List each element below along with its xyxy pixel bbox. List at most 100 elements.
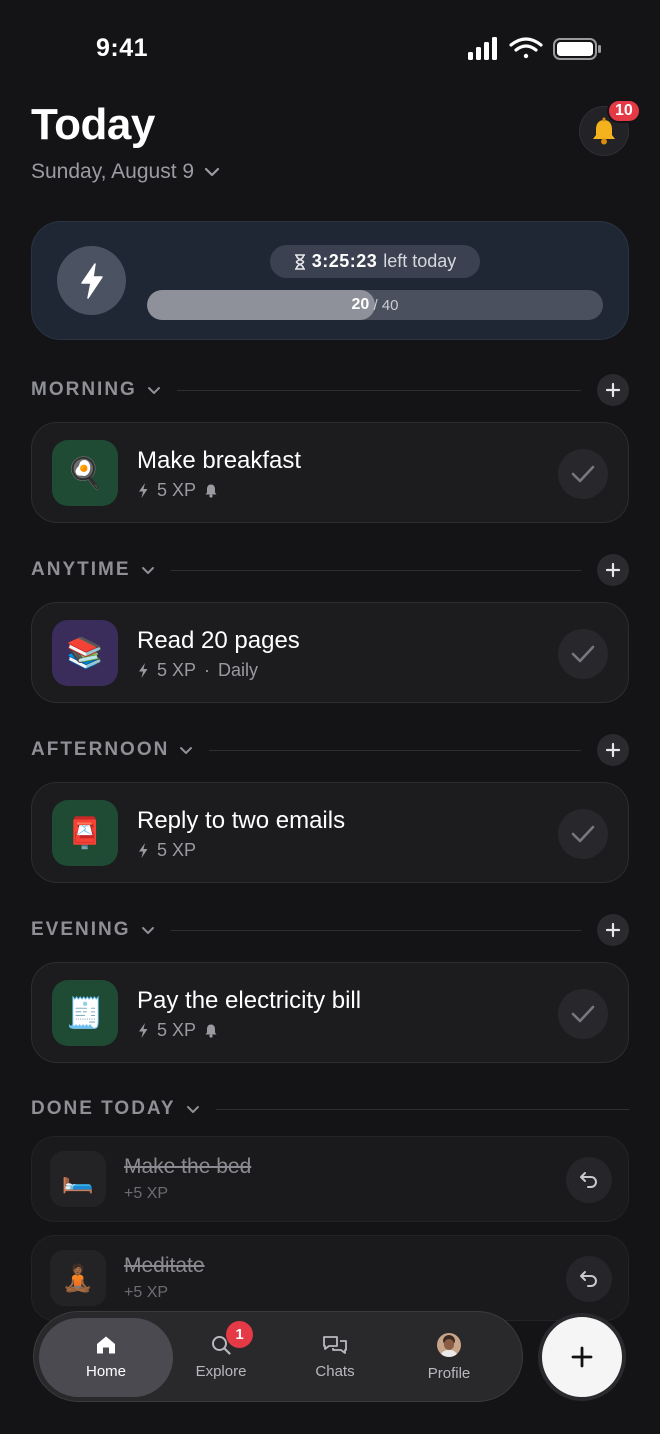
energy-button[interactable]: [57, 246, 126, 315]
bell-icon: [205, 484, 217, 498]
task-title: Pay the electricity bill: [137, 987, 362, 1014]
undo-arrow-icon: [580, 1271, 597, 1287]
done-task-title: Meditate: [124, 1254, 205, 1277]
undo-button[interactable]: [566, 1256, 612, 1302]
task-meta: 5 XP: [137, 480, 218, 501]
done-task-xp: +5 XP: [124, 1185, 169, 1202]
page-title: Today: [31, 100, 155, 149]
task-title: Reply to two emails: [137, 807, 346, 834]
time-left-value: 3:25:23: [311, 251, 378, 271]
notifications-badge: 10: [607, 99, 641, 123]
chevron-down-icon[interactable]: [141, 566, 155, 575]
checkmark-icon: [571, 645, 595, 663]
plus-icon: [606, 383, 620, 397]
checkmark-icon: [571, 825, 595, 843]
section-divider: [215, 1108, 629, 1110]
home-icon: [97, 1336, 115, 1354]
avatar: [437, 1333, 461, 1357]
chat-bubbles-icon: [323, 1336, 347, 1354]
wifi-icon: [509, 37, 543, 59]
task-xp: 5 XP: [157, 1020, 197, 1040]
task-meta: 5 XP · Daily: [137, 660, 258, 681]
xp-separator: /: [369, 296, 382, 314]
section-header-anytime: ANYTIME: [31, 554, 629, 586]
chevron-down-icon[interactable]: [179, 746, 193, 755]
task-card[interactable]: 🧾 Pay the electricity bill 5 XP: [31, 962, 629, 1063]
undo-button[interactable]: [566, 1157, 612, 1203]
done-task-card[interactable]: 🛏️ Make the bed +5 XP: [31, 1136, 629, 1222]
plus-icon: [606, 743, 620, 757]
add-task-button[interactable]: [597, 374, 629, 406]
xp-progress-label: 20 / 40: [147, 290, 603, 320]
complete-task-button[interactable]: [558, 449, 608, 499]
section-title[interactable]: AFTERNOON: [31, 739, 169, 761]
done-task-card[interactable]: 🧘🏾 Meditate +5 XP: [31, 1235, 629, 1321]
complete-task-button[interactable]: [558, 989, 608, 1039]
add-task-fab[interactable]: [538, 1313, 626, 1401]
task-card[interactable]: 📮 Reply to two emails 5 XP: [31, 782, 629, 883]
lightning-bolt-icon: [80, 262, 103, 299]
complete-task-button[interactable]: [558, 809, 608, 859]
tab-profile[interactable]: Profile: [392, 1318, 506, 1397]
task-recurrence: Daily: [218, 660, 259, 680]
add-task-button[interactable]: [597, 554, 629, 586]
task-card[interactable]: 📚 Read 20 pages 5 XP · Daily: [31, 602, 629, 703]
tab-label: Profile: [427, 1365, 471, 1382]
task-card[interactable]: 🍳 Make breakfast 5 XP: [31, 422, 629, 523]
section-title[interactable]: MORNING: [31, 379, 137, 401]
task-xp: 5 XP: [157, 480, 197, 500]
battery-icon: [553, 38, 601, 60]
date-label: Sunday, August 9: [31, 160, 195, 183]
section-divider: [170, 569, 581, 571]
checkmark-icon: [571, 465, 595, 483]
section-title[interactable]: DONE TODAY: [31, 1098, 176, 1120]
done-task-xp: +5 XP: [124, 1284, 169, 1301]
meditation-icon: 🧘🏾: [50, 1250, 106, 1306]
meta-separator-dot: ·: [204, 660, 211, 680]
undo-arrow-icon: [580, 1172, 597, 1188]
status-time: 9:41: [96, 34, 149, 62]
tab-home[interactable]: Home: [39, 1318, 173, 1397]
hourglass-icon: [294, 253, 305, 270]
bed-icon: 🛏️: [50, 1151, 106, 1207]
frying-pan-icon: 🍳: [52, 440, 118, 506]
section-title[interactable]: ANYTIME: [31, 559, 131, 581]
status-icons: [468, 37, 601, 60]
xp-current: 20: [351, 296, 370, 313]
task-xp: 5 XP: [157, 660, 197, 680]
receipt-icon: 🧾: [52, 980, 118, 1046]
add-task-button[interactable]: [597, 914, 629, 946]
chevron-down-icon[interactable]: [186, 1105, 200, 1114]
plus-icon: [606, 923, 620, 937]
tab-label: Chats: [315, 1363, 355, 1380]
section-header-morning: MORNING: [31, 374, 629, 406]
tab-bar: Home Explore Chats Profile: [33, 1311, 523, 1402]
chevron-down-icon: [204, 167, 220, 177]
chevron-down-icon[interactable]: [141, 926, 155, 935]
tab-label: Home: [85, 1363, 126, 1380]
tab-label: Explore: [195, 1363, 247, 1380]
task-xp: 5 XP: [157, 840, 197, 860]
postbox-icon: 📮: [52, 800, 118, 866]
section-divider: [176, 389, 581, 391]
lightning-bolt-icon: [139, 663, 148, 678]
tab-explore[interactable]: Explore: [164, 1318, 278, 1397]
time-left-pill: 3:25:23 left today: [270, 245, 480, 278]
tab-chats[interactable]: Chats: [278, 1318, 392, 1397]
task-title: Make breakfast: [137, 447, 302, 474]
section-header-evening: EVENING: [31, 914, 629, 946]
section-title[interactable]: EVENING: [31, 919, 131, 941]
section-header-afternoon: AFTERNOON: [31, 734, 629, 766]
date-selector[interactable]: Sunday, August 9: [31, 160, 220, 184]
checkmark-icon: [571, 1005, 595, 1023]
time-left-suffix: left today: [383, 251, 457, 271]
chevron-down-icon[interactable]: [147, 386, 161, 395]
cellular-signal-icon: [468, 37, 497, 60]
plus-icon: [571, 1346, 593, 1368]
lightning-bolt-icon: [139, 1023, 148, 1038]
section-divider: [209, 749, 581, 751]
task-meta: 5 XP: [137, 840, 196, 861]
xp-total: 40: [381, 296, 399, 314]
complete-task-button[interactable]: [558, 629, 608, 679]
add-task-button[interactable]: [597, 734, 629, 766]
